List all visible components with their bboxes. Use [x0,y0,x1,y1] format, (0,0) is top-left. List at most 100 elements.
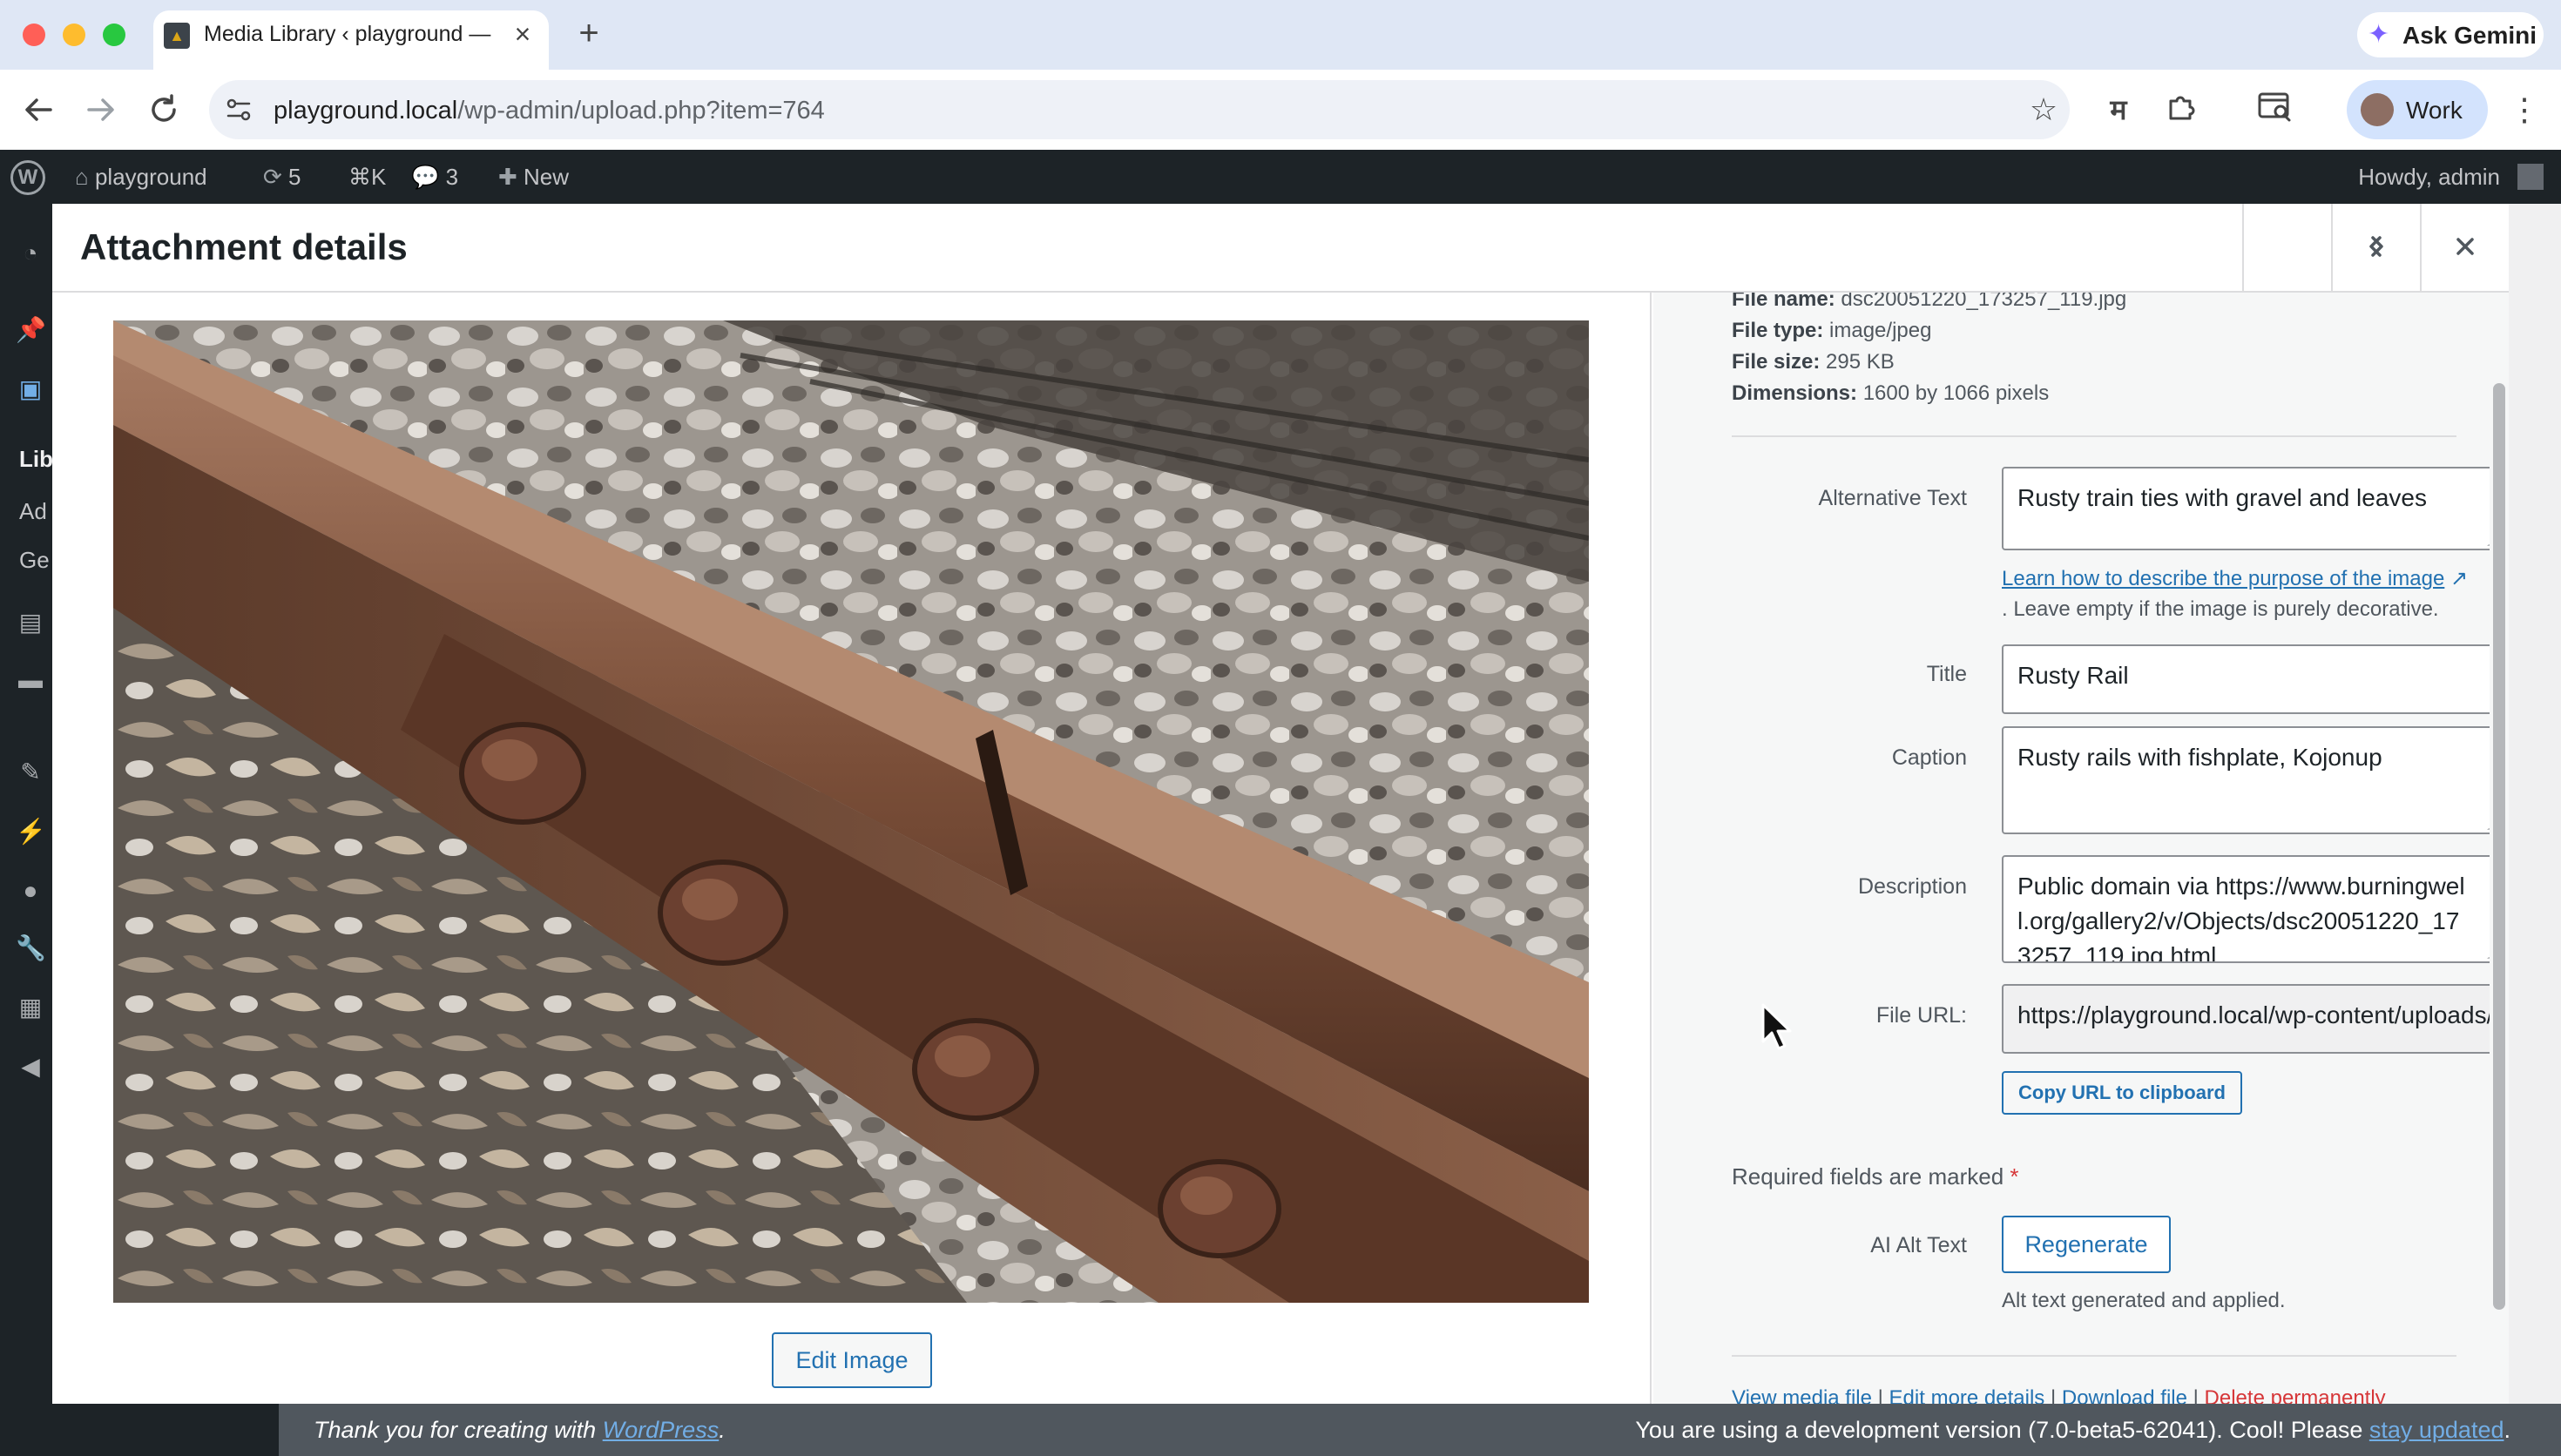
attachment-info-panel: File name: dsc20051220_173257_119.jpg Fi… [1653,293,2509,1404]
sidebar-item-library[interactable]: Lib [19,446,53,473]
posts-pin-icon[interactable]: 📌 [16,315,46,345]
browser-menu-icon[interactable]: ⋮ [2507,89,2542,131]
plugins-icon[interactable]: ⚡ [16,817,46,846]
site-info-icon[interactable] [223,94,254,125]
settings-icon[interactable]: ▦ [16,993,45,1022]
next-attachment-button[interactable] [2331,204,2420,291]
window-minimize-button[interactable] [63,24,85,46]
file-size-label: File size: [1732,350,1821,374]
tab-search-icon[interactable] [2254,89,2296,131]
forward-button[interactable] [80,89,122,131]
dimensions-value: 1600 by 1066 pixels [1862,381,2050,405]
title-field[interactable]: Rusty Rail [2002,644,2507,714]
edit-more-details-link[interactable]: Edit more details [1889,1386,2045,1404]
copy-url-button[interactable]: Copy URL to clipboard [2002,1071,2242,1115]
tools-wrench-icon[interactable]: 🔧 [16,934,46,963]
footer-version-suffix: . [2504,1417,2510,1443]
alt-text-value: Rusty train ties with gravel and leaves [2017,484,2427,511]
arrow-right-icon [87,98,114,121]
ask-gemini-label: Ask Gemini [2402,22,2537,49]
new-tab-button[interactable]: + [571,16,606,51]
close-modal-button[interactable] [2420,204,2509,291]
details-divider [1732,435,2456,437]
updates-icon: ⟳ [263,164,282,190]
link-divider: | [2186,1386,2205,1404]
file-type-label: File type: [1732,319,1824,342]
new-label: New [524,164,570,190]
url-text[interactable]: playground.local/wp-admin/upload.php?ite… [274,97,825,125]
profile-button[interactable]: Work [2347,80,2488,139]
external-link-icon: ↗ [2450,567,2469,590]
file-size-value: 295 KB [1826,350,1895,374]
description-field[interactable]: Public domain via https://www.burningwel… [2002,855,2507,963]
alt-text-label: Alternative Text [1818,486,1967,510]
reload-icon [152,94,176,122]
admin-footer: Thank you for creating with WordPress. Y… [279,1404,2561,1456]
comments-icon[interactable]: ▬ [16,665,45,695]
command-palette-shortcut[interactable]: ⌘K [348,164,386,191]
profile-label: Work [2406,97,2463,124]
description-value: Public domain via https://www.burningwel… [2017,873,2465,963]
details-scrollbar[interactable] [2490,293,2509,1404]
details-scrollbar-thumb[interactable] [2493,383,2505,1310]
attachment-details-modal: Attachment details Edit Image File name:… [52,204,2509,1404]
stay-updated-link[interactable]: stay updated [2369,1417,2504,1443]
collapse-menu-icon[interactable]: ◀ [16,1052,45,1082]
browser-tab-active[interactable]: ▲ Media Library ‹ playground — WordPress… [153,10,549,70]
ai-alt-status: Alt text generated and applied. [2002,1289,2286,1312]
edit-image-button[interactable]: Edit Image [772,1332,932,1388]
reload-button[interactable] [143,89,185,131]
sidebar-item-add-media[interactable]: Ad [19,498,47,525]
extensions-puzzle-icon[interactable] [2160,89,2202,131]
users-icon[interactable]: ● [16,876,45,906]
view-media-file-link[interactable]: View media file [1732,1386,1872,1404]
profile-avatar [2361,93,2394,126]
bookmark-star-icon[interactable]: ☆ [2026,92,2061,127]
wordpress-link[interactable]: WordPress [603,1417,720,1443]
appearance-brush-icon[interactable]: ✎ [16,758,45,787]
back-button[interactable] [17,89,59,131]
extension-hindi-icon[interactable]: म [2098,89,2139,131]
browser-tab-bar: ▲ Media Library ‹ playground — WordPress… [0,0,2561,70]
site-name: playground [94,164,207,190]
footer-version-text: You are using a development version (7.0… [1635,1417,2369,1443]
alt-text-help-link-row: Learn how to describe the purpose of the… [2002,566,2468,591]
actions-divider [1732,1355,2456,1357]
pages-icon[interactable]: ▤ [16,608,45,637]
admin-bar-comments[interactable]: 💬 3 [411,164,458,191]
sidebar-item-generate[interactable]: Ge [19,547,50,574]
updates-count: 5 [288,164,301,190]
browser-toolbar: playground.local/wp-admin/upload.php?ite… [0,70,2561,150]
caption-field[interactable]: Rusty rails with fishplate, Kojonup [2002,726,2507,834]
admin-bar-updates[interactable]: ⟳ 5 [263,164,301,191]
delete-permanently-link[interactable]: Delete permanently [2205,1386,2386,1404]
required-fields-note: Required fields are marked * [1732,1163,2019,1190]
window-close-button[interactable] [23,24,45,46]
download-file-link[interactable]: Download file [2062,1386,2187,1404]
admin-bar-new[interactable]: ✚ New [498,164,569,191]
title-label: Title [1926,662,1967,686]
learn-alt-text-link[interactable]: Learn how to describe the purpose of the… [2002,567,2444,590]
media-icon[interactable]: ▣ [16,374,45,404]
ask-gemini-button[interactable]: ✦ Ask Gemini [2357,12,2544,57]
address-bar[interactable]: playground.local/wp-admin/upload.php?ite… [209,80,2070,139]
file-url-field[interactable]: https://playground.local/wp-content/uplo… [2002,984,2507,1054]
comment-bubble-icon: 💬 [411,164,440,190]
wp-admin-bar: W ⌂ playground ⟳ 5 ⌘K 💬 3 ✚ New Howdy, a… [0,150,2561,204]
url-path: /wp-admin/upload.php?item=764 [457,97,825,125]
arrow-left-icon [25,98,52,121]
howdy-user[interactable]: Howdy, admin [2358,164,2500,191]
dashboard-icon[interactable]: ◔ [16,239,45,268]
required-star: * [2010,1163,2019,1190]
wordpress-logo-icon[interactable]: W [10,160,45,195]
modal-header: Attachment details [52,204,2509,293]
regenerate-button[interactable]: Regenerate [2002,1216,2171,1273]
alt-text-field[interactable]: Rusty train ties with gravel and leaves [2002,467,2507,550]
dimensions-label: Dimensions: [1732,381,1858,405]
file-size-row: File size: 295 KB [1732,350,1895,374]
admin-avatar[interactable] [2517,164,2544,190]
window-zoom-button[interactable] [103,24,125,46]
ai-alt-text-label: AI Alt Text [1870,1233,1967,1257]
tab-close-button[interactable]: × [507,18,538,50]
admin-bar-site-link[interactable]: ⌂ playground [75,164,207,191]
